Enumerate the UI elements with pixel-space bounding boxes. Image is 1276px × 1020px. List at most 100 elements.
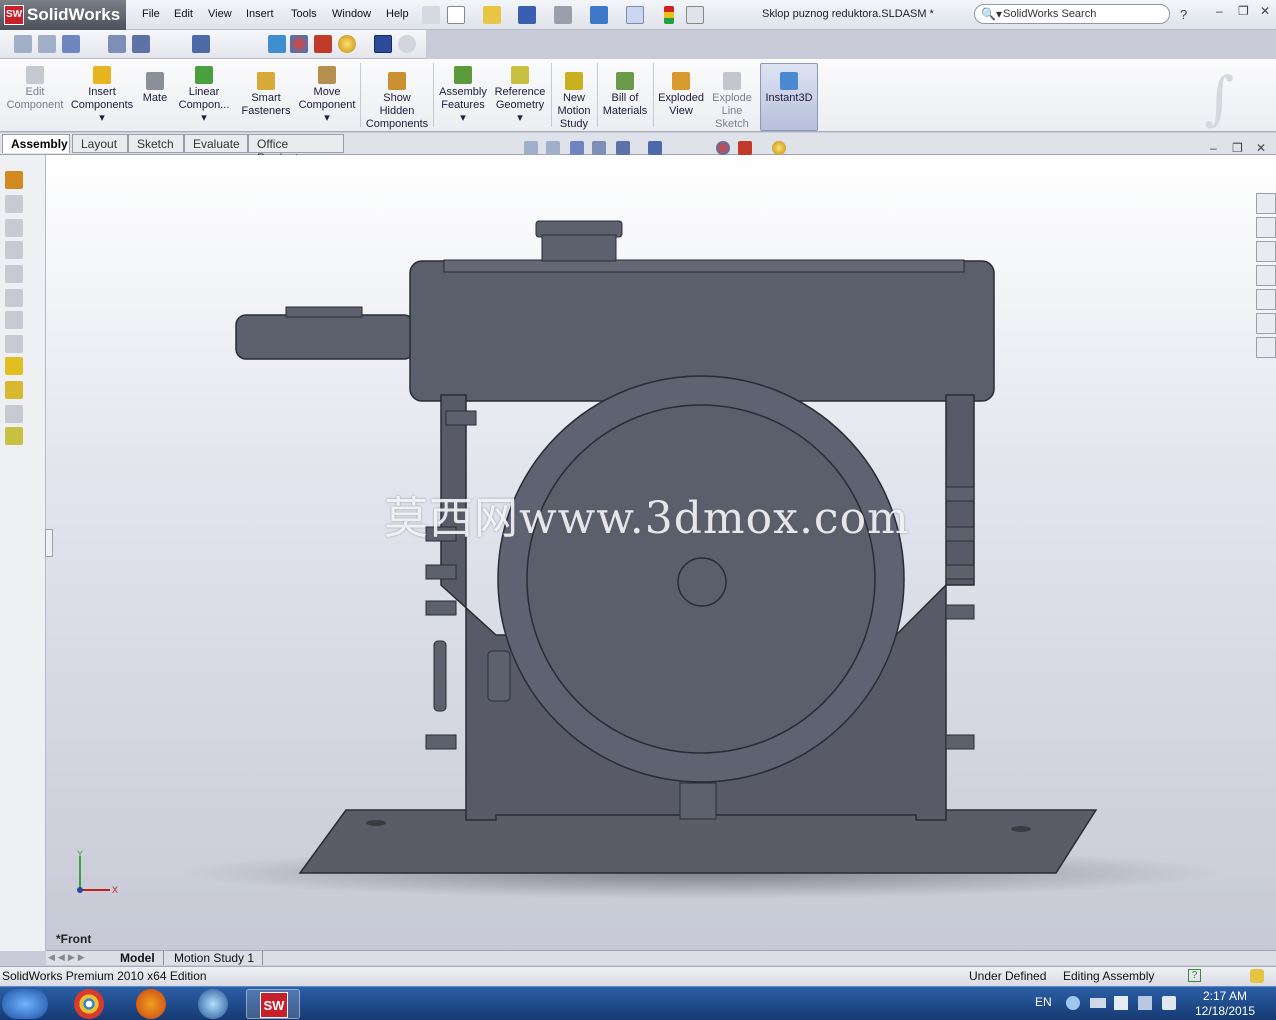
tray-app-icon[interactable] bbox=[1090, 998, 1106, 1008]
graphics-viewport[interactable] bbox=[46, 155, 1276, 951]
language-indicator[interactable]: EN bbox=[1035, 995, 1052, 1009]
viewport-close-icon[interactable]: ✕ bbox=[1256, 141, 1266, 155]
linear-component-pattern-button[interactable]: Linear Compon... ▾ bbox=[174, 66, 234, 125]
new-document-icon[interactable] bbox=[447, 6, 465, 24]
view-orientation-icon[interactable] bbox=[132, 35, 150, 53]
appearance-icon[interactable] bbox=[716, 141, 730, 155]
tab-evaluate[interactable]: Evaluate bbox=[184, 134, 248, 153]
close-icon[interactable]: ✕ bbox=[1260, 4, 1270, 18]
menu-tools[interactable]: Tools bbox=[291, 8, 317, 20]
assembly-tool-icon[interactable] bbox=[5, 381, 23, 399]
scene-icon[interactable] bbox=[738, 141, 752, 155]
appearance-icon[interactable] bbox=[290, 35, 308, 53]
appearances-icon[interactable] bbox=[1256, 313, 1276, 334]
instant3d-tool-icon[interactable] bbox=[5, 171, 23, 189]
undo-icon[interactable] bbox=[590, 6, 608, 24]
insert-components-button[interactable]: Insert Components ▾ bbox=[70, 66, 134, 125]
reference-tool-icon[interactable] bbox=[5, 427, 23, 445]
start-button-icon[interactable] bbox=[2, 989, 48, 1019]
tab-office-products[interactable]: Office Products bbox=[248, 134, 344, 165]
part-tool-icon[interactable] bbox=[5, 357, 23, 375]
tab-scroll-arrows-icon[interactable]: ◀◀▶▶ bbox=[48, 952, 88, 963]
zoom-to-area-icon[interactable] bbox=[546, 141, 560, 155]
menu-help[interactable]: Help bbox=[386, 8, 409, 20]
realview-icon[interactable] bbox=[338, 35, 356, 53]
rebuild-icon[interactable] bbox=[664, 6, 674, 24]
previous-view-icon[interactable] bbox=[62, 35, 80, 53]
previous-view-icon[interactable] bbox=[570, 141, 584, 155]
help-status-icon[interactable]: ? bbox=[1188, 969, 1201, 982]
panel-collapse-handle[interactable] bbox=[45, 529, 53, 557]
design-library-icon[interactable] bbox=[1256, 217, 1276, 238]
restore-icon[interactable]: ❐ bbox=[1238, 4, 1249, 18]
action-center-flag-icon[interactable] bbox=[1114, 996, 1128, 1010]
solidworks-taskbar-button[interactable]: SW bbox=[246, 989, 300, 1019]
display-style-icon[interactable] bbox=[192, 35, 210, 53]
help-icon[interactable]: ? bbox=[1180, 7, 1187, 22]
section-view-icon[interactable] bbox=[108, 35, 126, 53]
mate-button[interactable]: Mate bbox=[138, 72, 172, 105]
print-icon[interactable] bbox=[554, 6, 572, 24]
volume-icon[interactable] bbox=[1162, 996, 1176, 1010]
bill-of-materials-button[interactable]: Bill of Materials bbox=[600, 72, 650, 118]
rebuild-status-icon[interactable] bbox=[1250, 969, 1264, 983]
search-tab-icon[interactable] bbox=[1256, 265, 1276, 286]
tab-assembly[interactable]: Assembly bbox=[2, 134, 70, 153]
tab-sketch[interactable]: Sketch bbox=[128, 134, 184, 153]
smart-fasteners-button[interactable]: Smart Fasteners bbox=[238, 72, 294, 118]
tab-motion-study-1[interactable]: Motion Study 1 bbox=[166, 951, 264, 965]
tray-network-icon[interactable] bbox=[1066, 996, 1080, 1010]
sketch-tool-icon[interactable] bbox=[5, 195, 23, 213]
section-view-icon[interactable] bbox=[592, 141, 606, 155]
search-input[interactable]: 🔍▾ SolidWorks Search bbox=[974, 4, 1170, 24]
tab-model[interactable]: Model bbox=[112, 951, 164, 965]
zoom-to-area-icon[interactable] bbox=[38, 35, 56, 53]
rotate-icon[interactable] bbox=[268, 35, 286, 53]
shadows-icon[interactable] bbox=[374, 35, 392, 53]
edit-component-button[interactable]: Edit Component bbox=[6, 66, 64, 112]
pin-icon[interactable] bbox=[422, 6, 440, 24]
menu-window[interactable]: Window bbox=[332, 8, 371, 20]
new-motion-study-button[interactable]: New Motion Study bbox=[554, 72, 594, 131]
tab-layout[interactable]: Layout bbox=[72, 134, 128, 153]
menu-file[interactable]: File bbox=[142, 8, 160, 20]
minimize-icon[interactable]: – bbox=[1216, 4, 1223, 18]
resources-home-icon[interactable] bbox=[1256, 193, 1276, 214]
chamfer-tool-icon[interactable] bbox=[5, 311, 23, 329]
rib-tool-icon[interactable] bbox=[5, 335, 23, 353]
explode-line-sketch-button[interactable]: Explode Line Sketch bbox=[708, 72, 756, 131]
exploded-view-button[interactable]: Exploded View bbox=[656, 72, 706, 118]
extrude-tool-icon[interactable] bbox=[5, 219, 23, 237]
show-hidden-components-button[interactable]: Show Hidden Components bbox=[364, 72, 430, 131]
display-style-icon[interactable] bbox=[648, 141, 662, 155]
cut-tool-icon[interactable] bbox=[5, 265, 23, 283]
firefox-icon[interactable] bbox=[136, 989, 166, 1019]
options-icon[interactable] bbox=[686, 6, 704, 24]
view-palette-icon[interactable] bbox=[1256, 289, 1276, 310]
solidworks-logo[interactable]: SW SolidWorks bbox=[0, 0, 126, 30]
menu-edit[interactable]: Edit bbox=[174, 8, 193, 20]
move-component-button[interactable]: Move Component ▾ bbox=[296, 66, 358, 125]
menu-view[interactable]: View bbox=[208, 8, 232, 20]
open-folder-icon[interactable] bbox=[483, 6, 501, 24]
fillet-tool-icon[interactable] bbox=[5, 289, 23, 307]
instant3d-button[interactable]: Instant3D bbox=[762, 72, 816, 105]
chrome-icon[interactable] bbox=[74, 989, 104, 1019]
reference-geometry-button[interactable]: Reference Geometry ▾ bbox=[492, 66, 548, 125]
file-explorer-icon[interactable] bbox=[1256, 241, 1276, 262]
mate-tool-icon[interactable] bbox=[5, 405, 23, 423]
assembly-features-button[interactable]: Assembly Features ▾ bbox=[436, 66, 490, 125]
menu-insert[interactable]: Insert bbox=[246, 8, 274, 20]
save-icon[interactable] bbox=[518, 6, 536, 24]
zoom-to-fit-icon[interactable] bbox=[524, 141, 538, 155]
zoom-to-fit-icon[interactable] bbox=[14, 35, 32, 53]
realview-icon[interactable] bbox=[772, 141, 786, 155]
viewport-restore-icon[interactable]: ❐ bbox=[1232, 141, 1243, 155]
select-pointer-icon[interactable] bbox=[626, 6, 644, 24]
view-orientation-icon[interactable] bbox=[616, 141, 630, 155]
system-clock[interactable]: 2:17 AM 12/18/2015 bbox=[1186, 989, 1264, 1019]
tray-display-icon[interactable] bbox=[1138, 996, 1152, 1010]
ambient-occlusion-icon[interactable] bbox=[398, 35, 416, 53]
viewport-minimize-icon[interactable]: – bbox=[1210, 141, 1217, 155]
scene-icon[interactable] bbox=[314, 35, 332, 53]
